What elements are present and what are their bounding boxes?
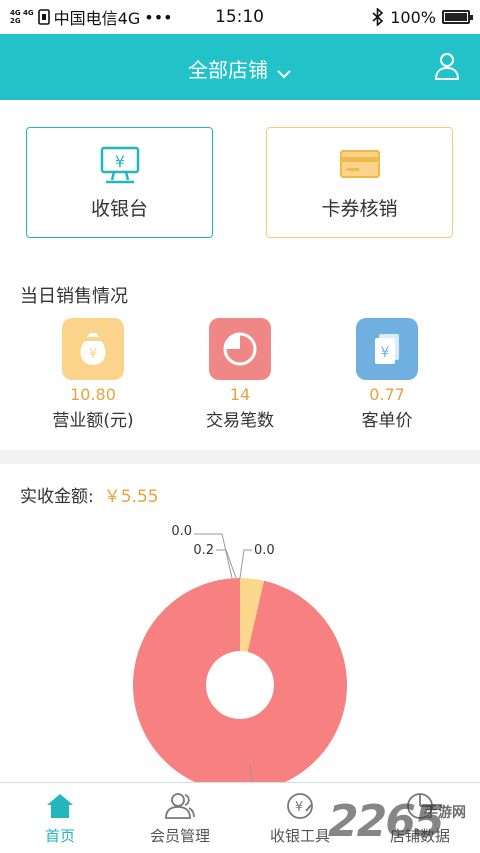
stat-transactions[interactable]: 14 交易笔数 [175,318,305,431]
battery-fill [445,13,467,21]
home-icon [0,791,120,821]
user-profile-icon[interactable] [434,52,460,84]
svg-text:¥: ¥ [89,347,97,362]
stat-avg-ticket-caption: 客单价 [361,411,413,431]
cashier-label: 收银台 [90,198,148,220]
signal-icon: 4G 4G 2G [10,9,34,25]
battery-icon [442,10,473,24]
site-watermark-logo: 2265 手游网 [328,796,478,848]
tab-members[interactable]: 会员管理 [120,783,240,853]
pie-chart-icon [209,318,271,380]
status-dots: ••• [144,7,173,27]
bluetooth-icon [372,8,384,26]
stat-transactions-caption: 交易笔数 [206,411,274,431]
stat-revenue-caption: 营业额(元) [52,411,134,431]
status-right: 100% [372,7,473,27]
cashier-register-icon: ¥ [27,146,212,186]
svg-text:¥: ¥ [114,152,124,171]
coupon-label: 卡券核销 [321,198,398,220]
stat-revenue[interactable]: ¥ 10.80 营业额(元) [28,318,158,431]
app-header: 全部店铺 [0,34,480,100]
tab-home-label: 首页 [44,827,75,845]
overview-section: ¥ 收银台 卡券核销 当日销售情况 ¥ 10.80 营业额(元) 14 交易笔数… [0,100,480,450]
receipt-yen-icon: ¥ [356,318,418,380]
signal-bottom-text: 2G [10,17,21,25]
pie-label-2: 0.0 [254,543,275,558]
store-selector-label: 全部店铺 [188,58,268,82]
status-time: 15:10 [215,7,264,27]
daily-sales-title: 当日销售情况 [20,286,128,307]
pie-label-1: 0.2 [193,543,214,558]
status-left: 4G 4G 2G 中国电信4G ••• [10,5,173,29]
pie-label-0: 0.0 [171,524,192,539]
money-bag-icon: ¥ [62,318,124,380]
watermark-text: 手游网 [424,805,466,821]
stat-revenue-value: 10.80 [70,385,116,404]
stat-avg-ticket-value: 0.77 [369,385,405,404]
chevron-down-icon [276,60,292,84]
pie-leader-line-1 [216,549,237,579]
pie-leader-line-2 [239,549,252,579]
stat-transactions-value: 14 [229,385,251,404]
pie-slice-3 [133,578,347,782]
store-selector[interactable]: 全部店铺 [0,54,480,84]
signal-top-text: 4G 4G [10,9,34,17]
svg-text:¥: ¥ [381,345,390,361]
received-section: 实收金额: ￥5.55 0.0 0.2 0.0 [0,464,480,782]
members-icon [120,791,240,821]
battery-percent: 100% [390,7,436,27]
stat-avg-ticket[interactable]: ¥ 0.77 客单价 [322,318,452,431]
coupon-verify-button[interactable]: 卡券核销 [266,127,453,238]
tab-home[interactable]: 首页 [0,783,120,853]
tab-members-label: 会员管理 [149,827,210,845]
status-bar: 4G 4G 2G 中国电信4G ••• 15:10 100% [0,0,480,34]
svg-text:¥: ¥ [295,800,303,815]
carrier-name: 中国电信4G [53,9,141,28]
card-coupon-icon [267,146,452,182]
sim-card-icon [37,9,50,25]
income-donut-chart: 0.00.2 0.0 [133,524,347,782]
cashier-button[interactable]: ¥ 收银台 [26,127,213,238]
